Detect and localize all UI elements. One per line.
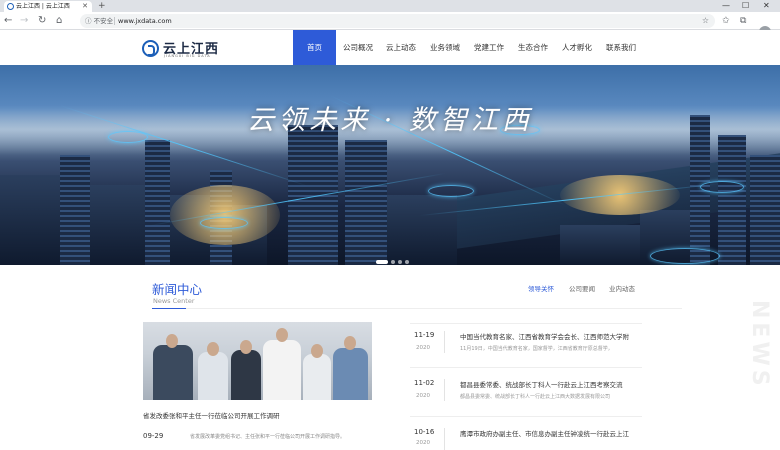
- data-node-ring: [428, 185, 474, 197]
- photo-person-head: [344, 336, 356, 350]
- news-section-subtitle: News Center: [153, 297, 195, 305]
- carousel-dot[interactable]: [376, 260, 388, 264]
- tower: [288, 125, 338, 265]
- nav-party[interactable]: 党建工作: [469, 30, 509, 65]
- building: [560, 225, 640, 265]
- featured-news-caption[interactable]: 省发改委张和平主任一行莅临公司开展工作调研: [143, 410, 280, 420]
- building: [0, 175, 60, 265]
- forward-icon[interactable]: →: [20, 15, 28, 27]
- news-item-title[interactable]: 中国当代教育名家、江西省教育学会会长、江西师范大学附: [460, 331, 640, 341]
- logo-icon[interactable]: [142, 40, 159, 57]
- photo-person-head: [166, 334, 178, 348]
- photo-person-head: [240, 340, 252, 354]
- news-item-vline: [444, 331, 445, 353]
- data-node-ring: [650, 248, 720, 264]
- news-item-divider: [410, 323, 642, 324]
- news-section-title: 新闻中心: [152, 282, 203, 297]
- carousel-dot[interactable]: [391, 260, 395, 264]
- carousel-dot[interactable]: [398, 260, 402, 264]
- tab-close-icon[interactable]: ✕: [82, 1, 88, 12]
- news-item-title[interactable]: 都昌县委常委、统战部长丁科人一行赴云上江西考察交流: [460, 379, 640, 389]
- building: [145, 140, 170, 265]
- logo-subtitle: JIANGXI BIG DATA: [164, 54, 211, 58]
- nav-business[interactable]: 业务领域: [425, 30, 465, 65]
- photo-person: [198, 352, 228, 400]
- reload-icon[interactable]: ↻: [38, 15, 46, 27]
- news-item-vline: [444, 379, 445, 401]
- city-glow: [170, 185, 280, 245]
- collections-icon[interactable]: ⧉: [740, 15, 746, 27]
- photo-person: [333, 348, 368, 400]
- tab-title: 云上江西 | 云上江西: [16, 3, 70, 10]
- news-item-year: 2020: [416, 345, 430, 351]
- city-glow: [560, 175, 680, 215]
- tower: [345, 140, 387, 265]
- tower: [718, 135, 746, 265]
- browser-tab[interactable]: 云上江西 | 云上江西 ✕: [4, 1, 92, 12]
- omnibox-divider: [114, 17, 115, 25]
- minimize-icon[interactable]: —: [722, 0, 730, 12]
- news-item-divider: [410, 416, 642, 417]
- carousel-indicators: [376, 249, 412, 268]
- nav-company[interactable]: 公司概况: [338, 30, 378, 65]
- url-text[interactable]: www.jxdata.com: [118, 14, 172, 28]
- bookmark-star-icon[interactable]: ☆: [702, 14, 709, 28]
- photo-person: [303, 354, 331, 400]
- nav-talent[interactable]: 人才孵化: [557, 30, 597, 65]
- photo-person-head: [207, 342, 219, 356]
- news-tab-industry[interactable]: 业内动态: [609, 283, 635, 293]
- omnibox[interactable]: ⓘ 不安全 www.jxdata.com ☆: [80, 14, 715, 28]
- building: [90, 185, 145, 265]
- news-item-vline: [444, 428, 445, 450]
- nav-home[interactable]: 首页: [293, 30, 336, 65]
- news-item-desc: 都昌县委常委、统战部长丁科人一行赴云上江西大数据发展有限公司: [460, 394, 611, 400]
- nav-contact[interactable]: 联系我们: [601, 30, 641, 65]
- featured-news-excerpt: 省发展改革委党组书记、主任张和平一行莅临公司开展工作调研指导。: [190, 434, 346, 440]
- home-icon[interactable]: ⌂: [56, 15, 62, 27]
- nav-ecosystem[interactable]: 生态合作: [513, 30, 553, 65]
- news-item-year: 2020: [416, 393, 430, 399]
- security-label: 不安全: [93, 17, 114, 25]
- carousel-dot[interactable]: [405, 260, 409, 264]
- news-divider-accent: [152, 308, 186, 309]
- hero-banner[interactable]: [0, 65, 780, 265]
- news-item-year: 2020: [416, 440, 430, 446]
- news-item-divider: [410, 367, 642, 368]
- browser-tab-bar: 云上江西 | 云上江西 ✕ + — ☐ ✕: [0, 0, 780, 12]
- building: [60, 155, 90, 265]
- news-watermark: NEWS: [747, 300, 772, 390]
- window-close-icon[interactable]: ✕: [763, 0, 770, 12]
- photo-person-head: [276, 328, 288, 342]
- news-item-date: 10-16: [414, 428, 435, 436]
- news-tab-leadership[interactable]: 领导关怀: [528, 283, 554, 293]
- hero-slogan: 云领未来 · 数智江西: [247, 105, 533, 136]
- news-item-desc: 11月19日，中国当代教育名家，国家督学，江西省教育厅原总督学，: [460, 346, 613, 352]
- photo-person: [153, 345, 193, 400]
- new-tab-icon[interactable]: +: [98, 0, 106, 12]
- tower: [750, 155, 780, 265]
- data-node-ring: [200, 217, 248, 229]
- security-indicator[interactable]: ⓘ 不安全: [85, 14, 113, 28]
- photo-person: [263, 340, 301, 400]
- photo-person-head: [311, 344, 323, 358]
- maximize-icon[interactable]: ☐: [742, 0, 749, 12]
- data-node-ring: [700, 181, 744, 193]
- nav-news[interactable]: 云上动态: [381, 30, 421, 65]
- back-icon[interactable]: ←: [4, 15, 12, 27]
- featured-news-photo[interactable]: [143, 322, 372, 400]
- photo-person: [231, 350, 261, 400]
- address-bar-row: ← → ↻ ⌂ ⓘ 不安全 www.jxdata.com ☆ ✩ ⧉: [0, 12, 780, 38]
- news-divider: [152, 308, 682, 309]
- featured-news-date: 09-29: [143, 432, 164, 440]
- news-item-date: 11-19: [414, 331, 435, 339]
- news-item-title[interactable]: 鹰潭市政府办副主任、市信息办副主任钟凌统一行赴云上江: [460, 428, 640, 438]
- news-item-date: 11-02: [414, 379, 435, 387]
- favorites-icon[interactable]: ✩: [722, 15, 730, 27]
- site-favicon-icon: [7, 3, 14, 10]
- news-tab-company[interactable]: 公司要闻: [569, 283, 595, 293]
